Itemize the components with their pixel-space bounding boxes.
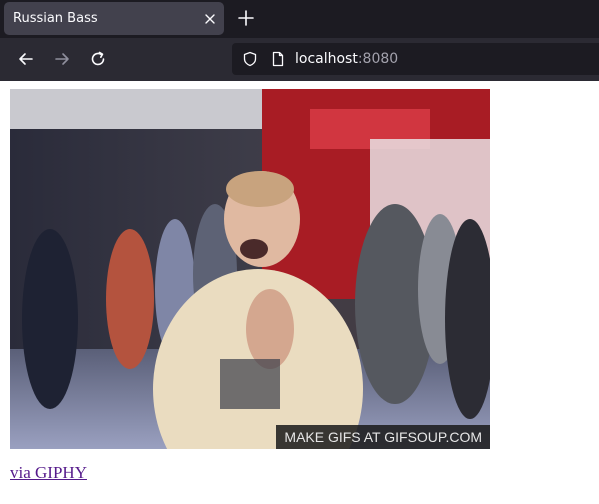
new-tab-icon[interactable] — [236, 8, 256, 28]
tracking-protection-shield-icon[interactable] — [242, 51, 258, 67]
gif-scene — [10, 89, 490, 449]
gifsoup-watermark: MAKE GIFS AT GIFSOUP.COM — [276, 425, 490, 449]
address-bar[interactable]: localhost:8080 — [232, 43, 599, 75]
reload-icon[interactable] — [89, 50, 107, 68]
back-arrow-icon[interactable] — [17, 50, 35, 68]
url-text[interactable]: localhost:8080 — [295, 51, 398, 67]
page-content: MAKE GIFS AT GIFSOUP.COM via GIPHY — [0, 81, 599, 504]
tab-russian-bass[interactable]: Russian Bass — [4, 2, 224, 35]
forward-arrow-icon[interactable] — [53, 50, 71, 68]
page-info-icon[interactable] — [270, 51, 286, 67]
close-icon[interactable] — [202, 11, 218, 27]
browser-chrome: Russian Bass localhost:8080 — [0, 0, 599, 81]
tab-bar: Russian Bass — [0, 0, 599, 38]
animated-gif-image: MAKE GIFS AT GIFSOUP.COM — [10, 89, 490, 449]
url-port: :8080 — [357, 51, 399, 67]
tab-title: Russian Bass — [13, 11, 98, 26]
url-host: localhost — [295, 51, 358, 67]
navigation-bar: localhost:8080 — [0, 38, 599, 81]
via-giphy-link[interactable]: via GIPHY — [10, 463, 87, 483]
